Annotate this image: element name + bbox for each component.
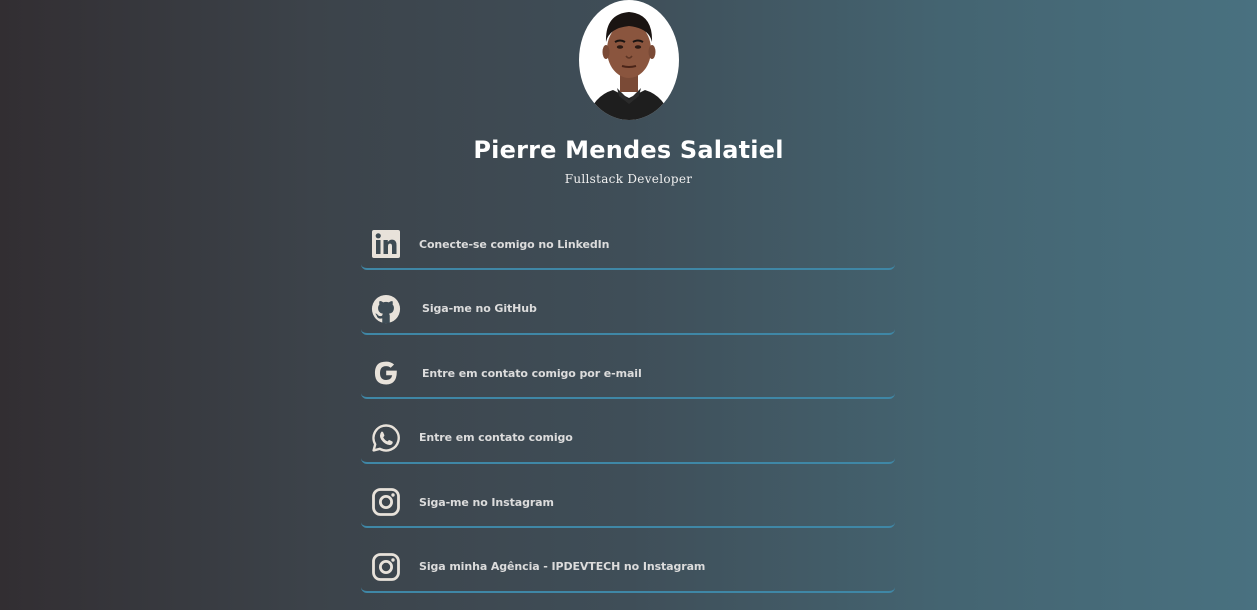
link-linkedin[interactable]: Conecte-se comigo no LinkedIn (361, 220, 895, 270)
linkedin-icon (371, 229, 401, 259)
link-label: Conecte-se comigo no LinkedIn (419, 237, 610, 251)
whatsapp-icon (371, 423, 401, 453)
link-instagram[interactable]: Siga-me no Instagram (361, 478, 895, 528)
link-label: Entre em contato comigo por e-mail (422, 366, 642, 380)
link-email[interactable]: Entre em contato comigo por e-mail (361, 349, 895, 399)
link-label: Siga-me no Instagram (419, 495, 554, 509)
profile-role: Fullstack Developer (564, 172, 693, 186)
link-label: Siga minha Agência - IPDEVTECH no Instag… (419, 560, 706, 573)
link-label: Siga-me no GitHub (422, 302, 537, 315)
instagram-icon (371, 552, 401, 582)
avatar (578, 0, 679, 120)
google-icon (371, 358, 401, 388)
profile-header: Pierre Mendes Salatiel Fullstack Develop… (0, 0, 1257, 186)
link-github[interactable]: Siga-me no GitHub (361, 285, 895, 335)
profile-name: Pierre Mendes Salatiel (473, 136, 784, 164)
instagram-icon (371, 487, 401, 517)
github-icon (371, 294, 401, 324)
link-agency-instagram[interactable]: Siga minha Agência - IPDEVTECH no Instag… (361, 543, 895, 593)
link-label: Entre em contato comigo (419, 431, 573, 444)
link-list: Conecte-se comigo no LinkedIn Siga-me no… (361, 220, 895, 607)
link-whatsapp[interactable]: Entre em contato comigo (361, 414, 895, 464)
avatar-portrait (586, 12, 671, 120)
